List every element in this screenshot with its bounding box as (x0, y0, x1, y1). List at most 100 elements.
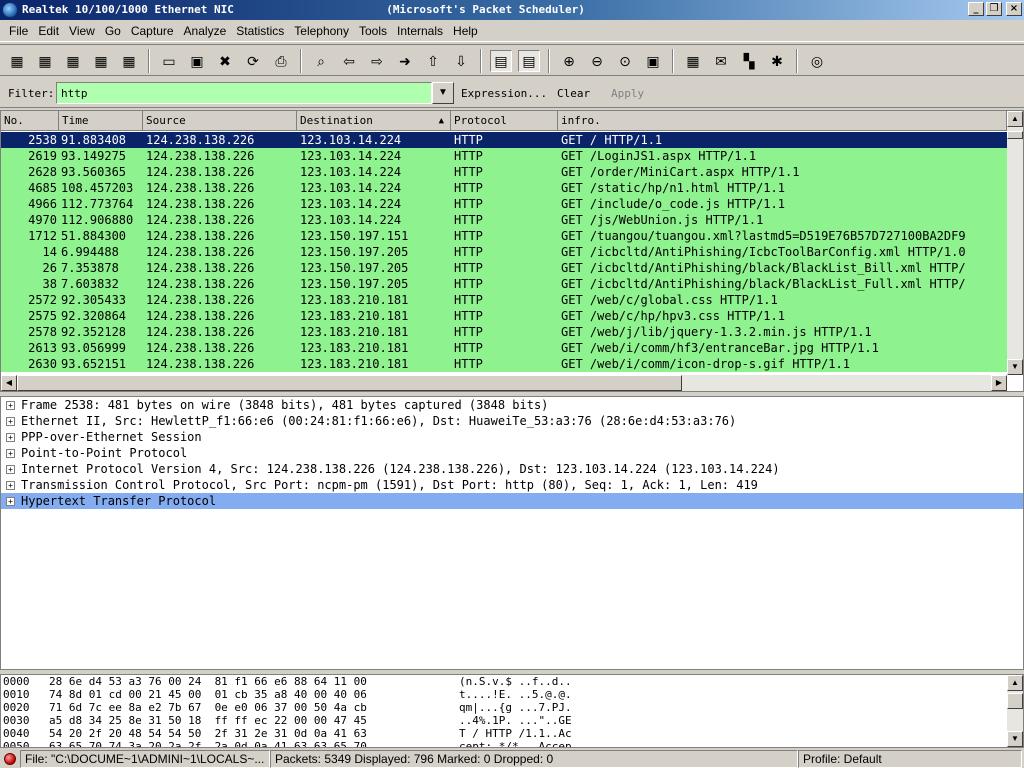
scroll-right-arrow-icon[interactable]: ▶ (991, 375, 1007, 391)
hex-row[interactable]: 0050 63 65 70 74 3a 20 2a 2f 2a 0d 0a 41 … (1, 740, 1023, 747)
packet-row[interactable]: 38 7.603832 124.238.138.226 123.150.197.205… (1, 276, 1007, 292)
menu-edit[interactable]: Edit (33, 21, 64, 41)
column-header-time[interactable]: Time (59, 111, 143, 131)
reload-icon[interactable]: ⟳ (242, 50, 264, 72)
detail-tree-row[interactable]: + Hypertext Transfer Protocol (1, 493, 1023, 509)
resize-columns-icon[interactable]: ▣ (642, 50, 664, 72)
packet-row[interactable]: 4970 112.906880 124.238.138.226 123.103.14.… (1, 212, 1007, 228)
menu-internals[interactable]: Internals (392, 21, 448, 41)
scroll-thumb[interactable] (1007, 131, 1023, 139)
packet-list-hscrollbar[interactable]: ◀ ▶ (1, 375, 1007, 391)
detail-tree-row[interactable]: + Point-to-Point Protocol (1, 445, 1023, 461)
detail-tree-row[interactable]: + PPP-over-Ethernet Session (1, 429, 1023, 445)
packet-row[interactable]: 2578 92.352128 124.238.138.226 123.183.210.… (1, 324, 1007, 340)
packet-row[interactable]: 2619 93.149275 124.238.138.226 123.103.14.2… (1, 148, 1007, 164)
column-header-protocol[interactable]: Protocol (451, 111, 558, 131)
column-header-no[interactable]: No. (1, 111, 59, 131)
zoom-normal-icon[interactable]: ⊙ (614, 50, 636, 72)
interfaces-icon[interactable]: ▦ (6, 50, 28, 72)
close-file-icon[interactable]: ✖ (214, 50, 236, 72)
filter-dropdown-button[interactable]: ▼ (432, 82, 454, 104)
hex-row[interactable]: 0010 74 8d 01 cd 00 21 45 00 01 cb 35 a8 … (1, 688, 1023, 701)
column-header-source[interactable]: Source (143, 111, 297, 131)
status-profile[interactable]: Profile: Default (798, 750, 1022, 768)
go-first-icon[interactable]: ⇧ (422, 50, 444, 72)
find-packet-icon[interactable]: ⌕ (310, 50, 332, 72)
packet-row[interactable]: 1712 51.884300 124.238.138.226 123.150.197.… (1, 228, 1007, 244)
stop-capture-icon[interactable]: ▦ (90, 50, 112, 72)
go-back-icon[interactable]: ⇦ (338, 50, 360, 72)
packet-row[interactable]: 2538 91.883408 124.238.138.226 123.103.14.2… (1, 132, 1007, 148)
bytes-vscrollbar[interactable]: ▲ ▼ (1007, 675, 1023, 747)
expert-info-icon[interactable] (4, 753, 16, 765)
scroll-up-arrow-icon[interactable]: ▲ (1007, 111, 1023, 127)
packet-list-vscrollbar[interactable]: ▲ ▼ (1007, 111, 1023, 375)
menu-help[interactable]: Help (448, 21, 483, 41)
detail-tree-row[interactable]: + Internet Protocol Version 4, Src: 124.2… (1, 461, 1023, 477)
menu-analyze[interactable]: Analyze (179, 21, 232, 41)
maximize-button[interactable]: ❐ (986, 2, 1002, 16)
menu-capture[interactable]: Capture (126, 21, 179, 41)
minimize-button[interactable]: _ (968, 2, 984, 16)
zoom-out-icon[interactable]: ⊖ (586, 50, 608, 72)
open-file-icon[interactable]: ▭ (158, 50, 180, 72)
expand-icon[interactable]: + (6, 417, 15, 426)
expand-icon[interactable]: + (6, 433, 15, 442)
menu-tools[interactable]: Tools (354, 21, 392, 41)
scroll-down-arrow-icon[interactable]: ▼ (1007, 359, 1023, 375)
packet-row[interactable]: 4685 108.457203 124.238.138.226 123.103.14.… (1, 180, 1007, 196)
colorize-icon[interactable]: ▤ (490, 50, 512, 72)
print-icon[interactable]: ⎙ (270, 50, 292, 72)
apply-button[interactable]: Apply (611, 87, 644, 100)
hex-row[interactable]: 0030 a5 d8 34 25 8e 31 50 18 ff ff ec 22 … (1, 714, 1023, 727)
display-filters-icon[interactable]: ✉ (710, 50, 732, 72)
packet-row[interactable]: 2613 93.056999 124.238.138.226 123.183.210.… (1, 340, 1007, 356)
packet-row[interactable]: 26 7.353878 124.238.138.226 123.150.197.205… (1, 260, 1007, 276)
start-capture-icon[interactable]: ▦ (62, 50, 84, 72)
detail-tree-row[interactable]: + Frame 2538: 481 bytes on wire (3848 bit… (1, 397, 1023, 413)
scroll-up-arrow-icon[interactable]: ▲ (1007, 675, 1023, 691)
go-forward-icon[interactable]: ⇨ (366, 50, 388, 72)
packet-row[interactable]: 2575 92.320864 124.238.138.226 123.183.210.… (1, 308, 1007, 324)
capture-options-icon[interactable]: ▦ (34, 50, 56, 72)
packet-row[interactable]: 14 6.994488 124.238.138.226 123.150.197.205… (1, 244, 1007, 260)
hex-row[interactable]: 0000 28 6e d4 53 a3 76 00 24 81 f1 66 e6 … (1, 675, 1023, 688)
menu-statistics[interactable]: Statistics (231, 21, 289, 41)
go-last-icon[interactable]: ⇩ (450, 50, 472, 72)
close-button[interactable]: × (1006, 2, 1022, 16)
menu-telephony[interactable]: Telephony (289, 21, 354, 41)
packet-row[interactable]: 4966 112.773764 124.238.138.226 123.103.14.… (1, 196, 1007, 212)
column-header-info[interactable]: infro. (558, 111, 1007, 131)
clear-button[interactable]: Clear (557, 87, 590, 100)
capture-filters-icon[interactable]: ▦ (682, 50, 704, 72)
auto-scroll-icon[interactable]: ▤ (518, 50, 540, 72)
coloring-rules-icon[interactable]: ▚ (738, 50, 760, 72)
detail-tree-row[interactable]: + Transmission Control Protocol, Src Port… (1, 477, 1023, 493)
preferences-icon[interactable]: ✱ (766, 50, 788, 72)
restart-capture-icon[interactable]: ▦ (118, 50, 140, 72)
menu-go[interactable]: Go (100, 21, 126, 41)
menu-file[interactable]: File (4, 21, 33, 41)
hex-row[interactable]: 0020 71 6d 7c ee 8a e2 7b 67 0e e0 06 37 … (1, 701, 1023, 714)
expression-button[interactable]: Expression... (461, 87, 547, 100)
menu-view[interactable]: View (64, 21, 100, 41)
packet-row[interactable]: 2572 92.305433 124.238.138.226 123.183.210.… (1, 292, 1007, 308)
go-to-packet-icon[interactable]: ➜ (394, 50, 416, 72)
hscroll-thumb[interactable] (17, 375, 682, 391)
scroll-thumb[interactable] (1007, 693, 1023, 709)
column-header-destination[interactable]: Destination ▲ (297, 111, 451, 131)
expand-icon[interactable]: + (6, 465, 15, 474)
help-icon[interactable]: ◎ (806, 50, 828, 72)
packet-row[interactable]: 2628 93.560365 124.238.138.226 123.103.14.2… (1, 164, 1007, 180)
expand-icon[interactable]: + (6, 449, 15, 458)
zoom-in-icon[interactable]: ⊕ (558, 50, 580, 72)
save-file-icon[interactable]: ▣ (186, 50, 208, 72)
filter-input[interactable]: http (56, 82, 432, 104)
packet-row[interactable]: 2630 93.652151 124.238.138.226 123.183.210.… (1, 356, 1007, 372)
scroll-left-arrow-icon[interactable]: ◀ (1, 375, 17, 391)
detail-tree-row[interactable]: + Ethernet II, Src: HewlettP_f1:66:e6 (00… (1, 413, 1023, 429)
scroll-down-arrow-icon[interactable]: ▼ (1007, 731, 1023, 747)
expand-icon[interactable]: + (6, 481, 15, 490)
expand-icon[interactable]: + (6, 401, 15, 410)
expand-icon[interactable]: + (6, 497, 15, 506)
